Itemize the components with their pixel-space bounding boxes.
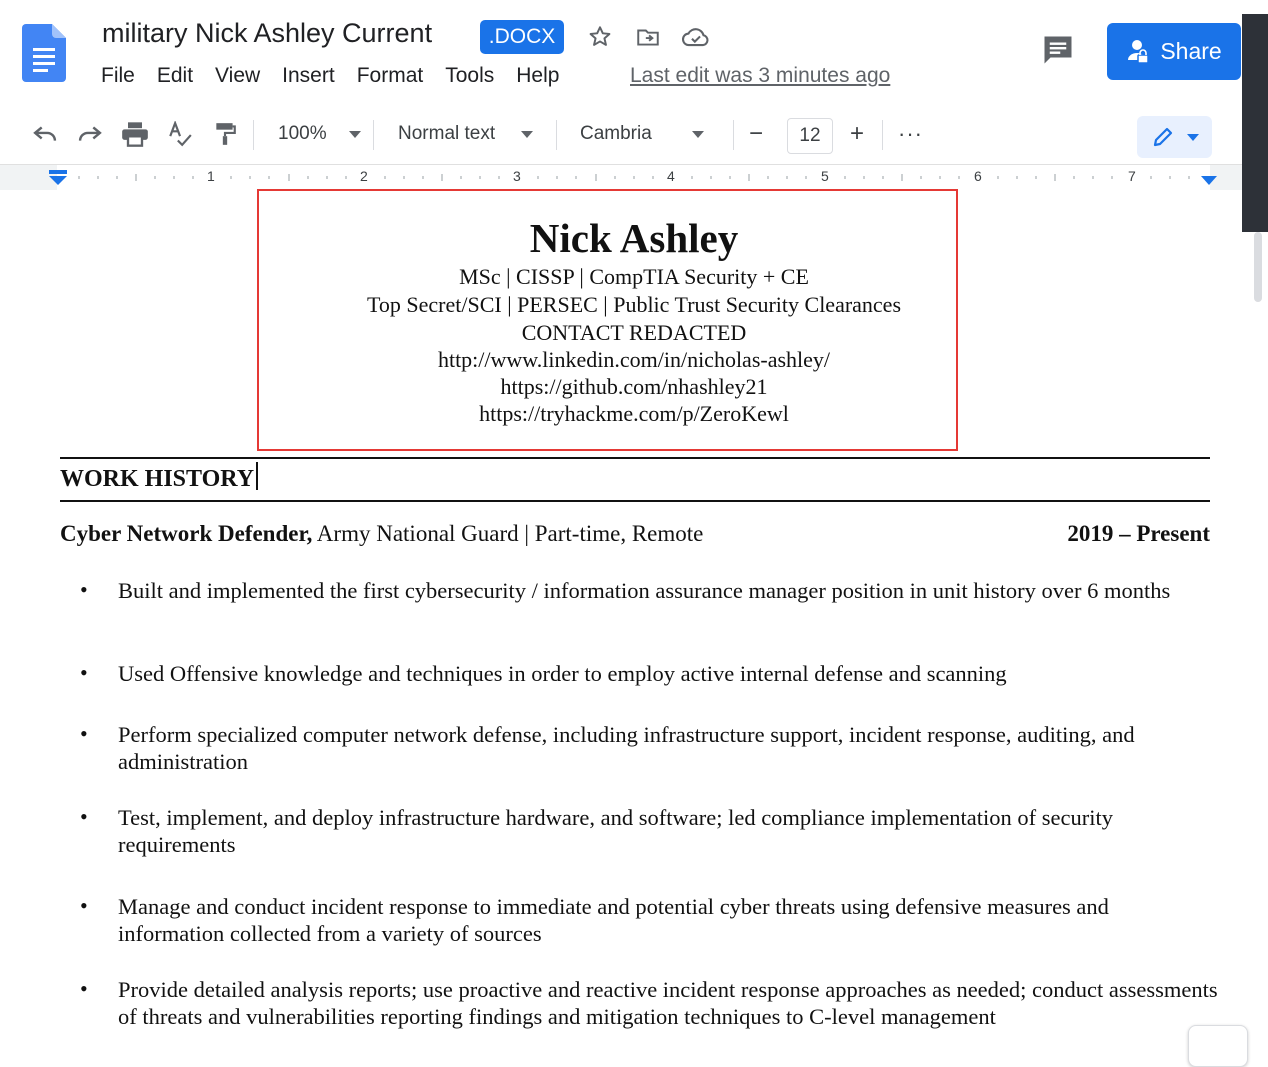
undo-icon[interactable] [31, 118, 59, 150]
bullet-icon: • [80, 893, 88, 918]
ruler-number: 6 [974, 168, 982, 184]
text-cursor [256, 462, 259, 490]
paint-format-icon[interactable] [211, 118, 239, 150]
docs-logo-icon[interactable] [22, 24, 66, 82]
comments-icon[interactable] [1040, 32, 1076, 68]
ruler-number: 3 [513, 168, 521, 184]
more-options-button[interactable]: ··· [898, 118, 923, 150]
bullet-item: Built and implemented the first cybersec… [118, 578, 1171, 603]
increase-font-size-button[interactable]: + [850, 118, 864, 150]
menu-help[interactable]: Help [516, 64, 559, 88]
section-rule-top [60, 457, 1210, 459]
bullet-item: Provide detailed analysis reports; use p… [118, 977, 1218, 1029]
cloud-saved-icon[interactable] [681, 22, 711, 52]
toolbar-divider [556, 120, 557, 150]
ruler-number: 2 [360, 168, 368, 184]
toolbar-divider [373, 120, 374, 150]
docx-badge: .DOCX [480, 20, 564, 54]
job-title: Cyber Network Defender, [60, 521, 313, 546]
section-title-text: WORK HISTORY [60, 466, 255, 492]
resume-name: Nick Ashley [529, 215, 739, 261]
menu-tools[interactable]: Tools [445, 64, 494, 88]
left-indent-marker-icon[interactable] [48, 170, 68, 188]
ruler-ticks [78, 174, 1190, 181]
tryhackme-link[interactable]: https://tryhackme.com/p/ZeroKewl [0, 401, 1268, 427]
share-button[interactable]: Share [1107, 23, 1241, 80]
menu-bar: File Edit View Insert Format Tools Help [101, 64, 581, 88]
linkedin-link[interactable]: http://www.linkedin.com/in/nicholas-ashl… [0, 347, 1268, 373]
menu-edit[interactable]: Edit [157, 64, 193, 88]
bullet-icon: • [80, 721, 88, 746]
style-select[interactable]: Normal text [398, 118, 534, 150]
job-dates: 2019 – Present [1067, 521, 1210, 546]
menu-insert[interactable]: Insert [282, 64, 335, 88]
redo-icon[interactable] [76, 118, 104, 150]
explore-button[interactable] [1188, 1025, 1248, 1067]
job-heading: Cyber Network Defender, Army National Gu… [60, 521, 703, 547]
spellcheck-icon[interactable] [166, 118, 194, 150]
bullet-item: Test, implement, and deploy infrastructu… [118, 805, 1113, 857]
ruler-number: 5 [821, 168, 829, 184]
resume-clearances: Top Secret/SCI | PERSEC | Public Trust S… [366, 292, 902, 317]
bullet-icon: • [80, 804, 88, 829]
job-org: Army National Guard | Part-time, Remote [312, 521, 704, 546]
print-icon[interactable] [121, 118, 149, 150]
ruler: 1 2 3 4 5 6 7 [0, 165, 1242, 190]
menu-file[interactable]: File [101, 64, 135, 88]
bullet-icon: • [80, 976, 88, 1001]
chevron-down-icon [1186, 133, 1199, 141]
toolbar: 100% Normal text Cambria − 12 + ··· [0, 104, 1242, 165]
menu-view[interactable]: View [215, 64, 260, 88]
bullet-icon: • [80, 660, 88, 685]
resume-credentials: MSc | CISSP | CompTIA Security + CE [459, 264, 809, 289]
ruler-number: 7 [1128, 168, 1136, 184]
section-rule-bottom [60, 500, 1210, 502]
zoom-select[interactable]: 100% [278, 118, 361, 150]
section-title[interactable]: WORK HISTORY [60, 462, 259, 493]
toolbar-divider [733, 120, 734, 150]
side-panel-edge [1242, 14, 1268, 232]
ruler-page-area: 1 2 3 4 5 6 7 [57, 165, 1210, 190]
menu-format[interactable]: Format [357, 64, 424, 88]
zoom-value: 100% [278, 123, 327, 144]
toolbar-divider [253, 120, 254, 150]
resume-contact: CONTACT REDACTED [521, 320, 747, 345]
bullet-item: Manage and conduct incident response to … [118, 894, 1109, 946]
toolbar-divider [882, 120, 883, 150]
bullet-item: Used Offensive knowledge and techniques … [118, 661, 1007, 686]
move-to-folder-icon[interactable] [633, 22, 663, 52]
right-indent-marker-icon[interactable] [1200, 175, 1218, 187]
font-value: Cambria [580, 123, 652, 144]
bullet-icon: • [80, 577, 88, 602]
decrease-font-size-button[interactable]: − [749, 118, 763, 150]
person-lock-icon [1128, 39, 1150, 64]
chevron-down-icon [348, 130, 361, 138]
editing-mode-button[interactable] [1137, 116, 1212, 158]
github-link[interactable]: https://github.com/nhashley21 [0, 374, 1268, 400]
style-value: Normal text [398, 123, 496, 144]
pencil-icon [1153, 127, 1172, 147]
chevron-down-icon [691, 130, 704, 138]
docs-header: military Nick Ashley Current .DOCX File … [0, 0, 1268, 105]
document-title[interactable]: military Nick Ashley Current [102, 18, 432, 49]
vertical-scrollbar[interactable] [1254, 232, 1262, 302]
ruler-number: 1 [207, 168, 215, 184]
last-edit-link[interactable]: Last edit was 3 minutes ago [630, 64, 890, 88]
share-label: Share [1160, 38, 1222, 64]
bullet-item: Perform specialized computer network def… [118, 722, 1135, 774]
font-size-input[interactable]: 12 [787, 118, 833, 154]
ruler-number: 4 [667, 168, 675, 184]
star-icon[interactable] [585, 22, 615, 52]
font-select[interactable]: Cambria [580, 118, 704, 150]
chevron-down-icon [521, 130, 534, 138]
